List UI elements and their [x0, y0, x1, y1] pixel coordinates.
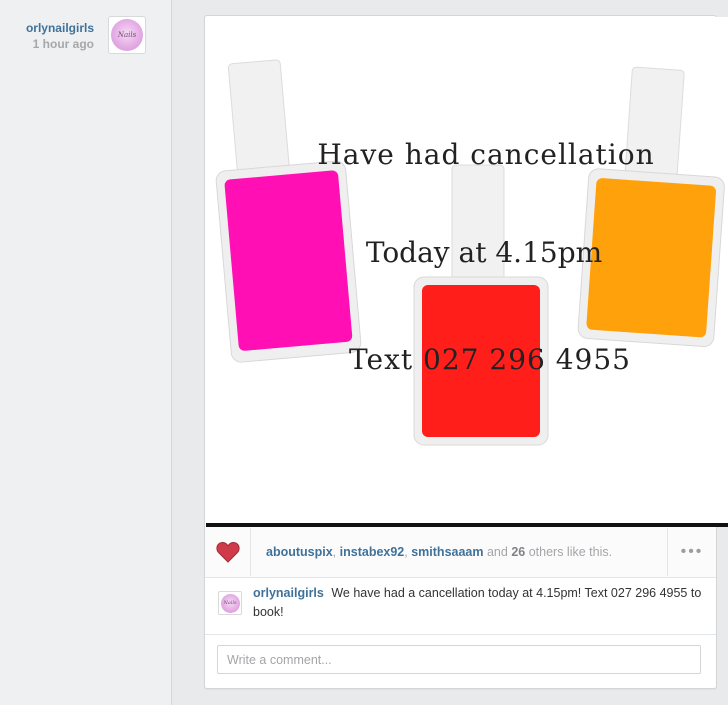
photo-text-line-3: Text 027 296 4955 [349, 343, 631, 376]
likes-count[interactable]: 26 [511, 545, 525, 559]
liker-link[interactable]: smithsaaam [411, 545, 483, 559]
post-author-link[interactable]: orlynailgirls [26, 21, 94, 35]
pink-bottle-cap [227, 59, 290, 172]
avatar-logo-icon: Nails [220, 593, 240, 613]
avatar-logo-icon: Nails [111, 19, 143, 51]
avatar-logo-text: Nails [117, 31, 137, 39]
post-card: Have had cancellation Today at 4.15pm Te… [204, 15, 728, 689]
more-options-button[interactable]: ••• [667, 528, 716, 576]
pink-bottle-polish [224, 170, 353, 351]
likes-bar: aboutuspix, instabex92, smithsaaam and 2… [205, 527, 716, 578]
ellipsis-icon: ••• [680, 543, 704, 560]
liker-link[interactable]: aboutuspix [266, 545, 333, 559]
orange-bottle-polish [586, 178, 716, 338]
liker-link[interactable]: instabex92 [340, 545, 405, 559]
photo-text-line-1: Have had cancellation [317, 138, 654, 171]
caption-author-link[interactable]: orlynailgirls [253, 586, 324, 600]
photo-text-line-2: Today at 4.15pm [366, 236, 602, 269]
caption-avatar[interactable]: Nails [218, 591, 242, 615]
likes-suffix: others like this. [528, 545, 613, 559]
like-button[interactable] [206, 528, 251, 576]
avatar-logo-text: Nails [223, 600, 237, 606]
likes-summary: aboutuspix, instabex92, smithsaaam and 2… [266, 545, 613, 559]
comment-input[interactable] [217, 645, 701, 674]
left-sidebar: orlynailgirls 1 hour ago Nails [0, 0, 172, 705]
caption-body: orlynailgirls We have had a cancellation… [253, 584, 703, 622]
post-timestamp[interactable]: 1 hour ago [33, 37, 94, 51]
likes-and: and [486, 545, 508, 559]
nail-polish-image: Have had cancellation Today at 4.15pm Te… [215, 59, 725, 446]
post-photo[interactable]: Have had cancellation Today at 4.15pm Te… [206, 17, 728, 523]
post-caption: Nails orlynailgirls We have had a cancel… [205, 578, 716, 635]
author-avatar[interactable]: Nails [108, 16, 146, 54]
heart-icon [216, 541, 240, 563]
